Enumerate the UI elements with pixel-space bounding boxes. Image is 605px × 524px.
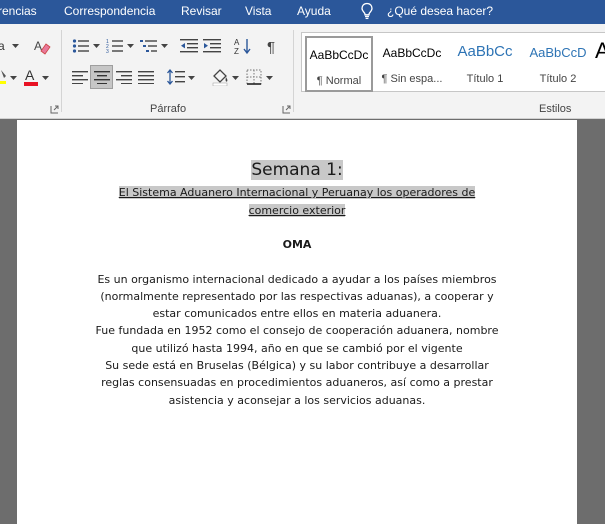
document-canvas: Semana 1: El Sistema Aduanero Internacio… (0, 120, 605, 524)
justify-icon (138, 71, 154, 84)
style-sample: AaBbCcD (529, 45, 587, 60)
borders-button[interactable] (243, 66, 265, 88)
multilevel-list-icon (140, 40, 157, 52)
align-left-button[interactable] (70, 66, 90, 88)
increase-indent-button[interactable] (201, 36, 223, 56)
style-name: Título 2 (539, 73, 577, 85)
highlight-color-button[interactable] (0, 66, 10, 86)
tab-correspondencia[interactable]: Correspondencia (64, 4, 155, 18)
style-sample: A (595, 38, 605, 63)
chevron-down-icon[interactable] (266, 76, 273, 80)
bullets-button[interactable] (70, 36, 92, 56)
chevron-down-icon[interactable] (161, 44, 168, 48)
body-line[interactable]: reglas consensuadas en procedimientos ad… (17, 376, 577, 389)
svg-text:¶: ¶ (267, 39, 275, 54)
group-separator (293, 30, 294, 112)
line-spacing-button[interactable] (166, 66, 186, 88)
align-left-icon (72, 71, 88, 84)
dialog-launcher-icon[interactable] (282, 105, 291, 114)
svg-text:A: A (25, 67, 35, 83)
body-line[interactable]: estar comunicados entre ellos en materia… (17, 307, 577, 320)
document-heading[interactable]: OMA (17, 238, 577, 251)
numbered-list-icon: 1 2 3 (106, 39, 123, 54)
chevron-down-icon[interactable] (10, 76, 17, 80)
chevron-down-icon[interactable] (93, 44, 100, 48)
paragraph-group-label: Párrafo (150, 103, 187, 115)
document-subtitle-line-2[interactable]: comercio exterior (17, 204, 577, 217)
ribbon: a A A 1 2 3 A Z ¶ Párrafo AaBbCcDc ¶ Nor… (0, 24, 605, 119)
body-line[interactable]: asistencia y aconsejar a los servicios a… (17, 394, 577, 407)
chevron-down-icon[interactable] (42, 76, 49, 80)
chevron-down-icon[interactable] (127, 44, 134, 48)
font-color-button[interactable]: A (21, 66, 41, 88)
show-formatting-marks-button[interactable]: ¶ (262, 36, 284, 56)
font-size-fragment[interactable]: a (0, 36, 12, 56)
style-sample: AaBbCcDc (382, 46, 442, 60)
document-page[interactable]: Semana 1: El Sistema Aduanero Internacio… (17, 120, 577, 524)
line-spacing-icon (167, 69, 185, 85)
style-normal[interactable]: AaBbCcDc ¶ Normal (305, 36, 373, 92)
style-name: ¶ Sin espa... (381, 73, 443, 85)
shading-button[interactable] (209, 66, 231, 88)
chevron-down-icon[interactable] (232, 76, 239, 80)
justify-button[interactable] (136, 66, 156, 88)
decrease-indent-icon (180, 39, 198, 53)
bullet-list-icon (72, 39, 89, 53)
svg-text:3: 3 (106, 49, 109, 54)
decrease-indent-button[interactable] (178, 36, 200, 56)
tab-ayuda[interactable]: Ayuda (297, 4, 331, 18)
tab-referencias[interactable]: rencias (0, 4, 37, 18)
style-heading-1[interactable]: AaBbCc Título 1 (451, 36, 519, 92)
increase-indent-icon (203, 39, 221, 53)
align-right-icon (116, 71, 132, 84)
body-line[interactable]: Es un organismo internacional dedicado a… (17, 273, 577, 286)
body-line[interactable]: Fue fundada en 1952 como el consejo de c… (17, 324, 577, 337)
tell-me-search[interactable]: ¿Qué desea hacer? (387, 4, 493, 18)
group-separator (61, 30, 62, 112)
align-right-button[interactable] (114, 66, 134, 88)
body-line[interactable]: que utilizó hasta 1994, año en que se ca… (17, 342, 577, 355)
chevron-down-icon[interactable] (12, 44, 19, 48)
chevron-down-icon[interactable] (188, 76, 195, 80)
body-line[interactable]: (normalmente representado por las respec… (17, 290, 577, 303)
pilcrow-icon: ¶ (267, 39, 275, 54)
marker-icon (0, 70, 6, 84)
svg-text:a: a (0, 39, 5, 53)
styles-group-label: Estilos (539, 103, 572, 115)
style-name: Título 1 (466, 73, 504, 85)
align-center-icon (93, 71, 110, 84)
document-subtitle-line-1[interactable]: El Sistema Aduanero Internacional y Peru… (17, 186, 577, 199)
font-color-icon: A (24, 67, 38, 86)
sort-az-icon: A Z (234, 38, 251, 55)
body-line[interactable]: Su sede está en Bruselas (Bélgica) y su … (17, 359, 577, 372)
dialog-launcher-icon[interactable] (50, 105, 59, 114)
paint-bucket-icon (212, 69, 228, 86)
ribbon-tab-bar: rencias Correspondencia Revisar Vista Ay… (0, 0, 605, 24)
style-no-spacing[interactable]: AaBbCcDc ¶ Sin espa... (378, 36, 446, 92)
style-name: ¶ Normal (316, 75, 362, 87)
document-title[interactable]: Semana 1: (17, 160, 577, 180)
borders-icon (246, 69, 262, 85)
multilevel-list-button[interactable] (138, 36, 160, 56)
style-heading-2[interactable]: AaBbCcD Título 2 (524, 36, 592, 92)
lightbulb-icon[interactable] (360, 2, 374, 20)
tab-revisar[interactable]: Revisar (181, 4, 222, 18)
style-title[interactable]: A (595, 36, 605, 92)
clear-formatting-button[interactable]: A (32, 36, 52, 56)
tab-vista[interactable]: Vista (245, 4, 271, 18)
svg-text:Z: Z (234, 47, 239, 55)
align-center-button[interactable] (90, 65, 113, 89)
style-sample: AaBbCcDc (309, 48, 369, 62)
eraser-icon: A (34, 39, 51, 55)
style-sample: AaBbCc (457, 43, 513, 60)
sort-button[interactable]: A Z (232, 36, 254, 56)
styles-gallery[interactable]: AaBbCcDc ¶ Normal AaBbCcDc ¶ Sin espa...… (301, 32, 605, 92)
svg-text:A: A (234, 38, 240, 47)
numbering-button[interactable]: 1 2 3 (104, 36, 126, 56)
